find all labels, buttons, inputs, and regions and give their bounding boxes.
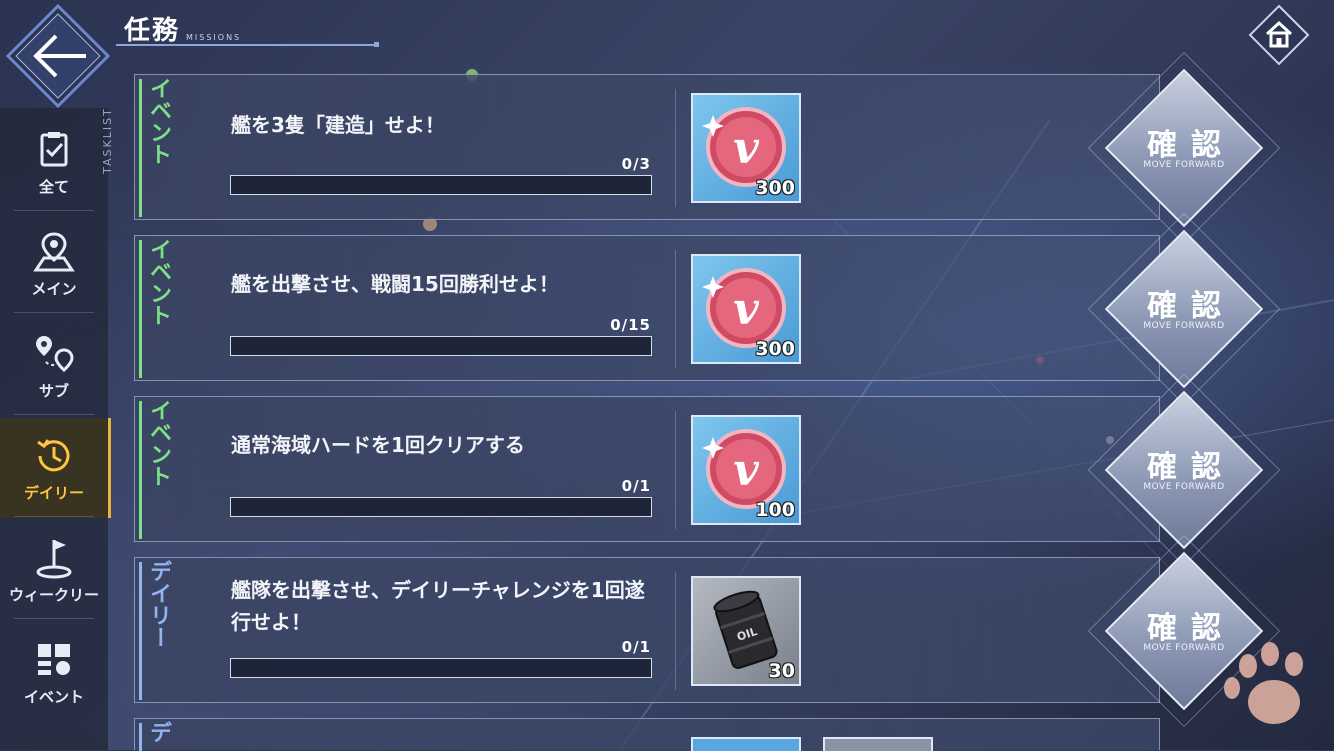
sidebar-item-label: メイン: [31, 279, 77, 298]
mission-card: イベント 艦を出撃させ、戦闘15回勝利せよ！ 0/15 v 300: [134, 235, 1160, 381]
mission-title: 艦を出撃させ、戦闘15回勝利せよ！: [231, 272, 559, 296]
clock-history-icon: [37, 438, 70, 471]
category-bar: [139, 723, 142, 751]
category-label: イベント: [146, 238, 171, 326]
sidebar-divider: [14, 516, 94, 517]
header-underline: [116, 44, 378, 46]
progress-bar: [230, 336, 652, 356]
sidebar-item-daily[interactable]: デイリー: [0, 418, 111, 518]
svg-text:v: v: [733, 445, 759, 496]
progress-count: 0/15: [610, 316, 651, 334]
sidebar-divider: [14, 414, 94, 415]
sidebar-item-sub[interactable]: サブ: [0, 316, 108, 416]
category-label: イベント: [146, 399, 171, 487]
confirm-label: 確認: [1147, 289, 1235, 324]
page-subtitle: MISSIONS: [186, 33, 242, 42]
reward-quantity: 100: [755, 499, 795, 521]
page-title: 任務: [124, 16, 181, 46]
reward-item[interactable]: v 300: [691, 254, 801, 364]
confirm-button[interactable]: 確認 MOVE FORWARD: [1087, 212, 1281, 406]
category-bar: [139, 562, 142, 700]
paw-icon[interactable]: [1218, 636, 1318, 736]
mission-card-partial: デ: [134, 718, 1160, 751]
home-button[interactable]: [1248, 4, 1310, 66]
mission-card: デイリー 艦隊を出撃させ、デイリーチャレンジを1回遂行せよ！ 0/1 OIL 3…: [134, 557, 1160, 703]
clipboard-check-icon: [40, 131, 68, 166]
mission-card: イベント 通常海域ハードを1回クリアする 0/1 v 100: [134, 396, 1160, 542]
sidebar-item-label: サブ: [38, 381, 69, 400]
confirm-label: 確認: [1147, 450, 1235, 485]
sidebar-item-label: ウィークリー: [8, 585, 99, 604]
confirm-sublabel: MOVE FORWARD: [1143, 482, 1225, 492]
card-divider: [675, 89, 676, 207]
route-pins-icon: [36, 335, 74, 372]
map-pin-icon: [33, 231, 75, 271]
sidebar-item-main[interactable]: メイン: [0, 214, 108, 314]
confirm-button[interactable]: 確認 MOVE FORWARD: [1087, 373, 1281, 567]
reward-item[interactable]: [691, 737, 801, 751]
sidebar-divider: [14, 312, 94, 313]
confirm-button[interactable]: 確認 MOVE FORWARD: [1087, 51, 1281, 245]
tasklist-label: TASKLIST: [100, 107, 114, 174]
progress-bar: [230, 175, 652, 195]
card-divider: [675, 411, 676, 529]
sidebar-item-weekly[interactable]: ウィークリー: [0, 520, 108, 620]
sidebar-item-label: イベント: [23, 687, 84, 706]
mission-card: イベント 艦を3隻「建造」せよ！ 0/3 v 300: [134, 74, 1160, 220]
back-button[interactable]: [6, 4, 110, 108]
progress-count: 0/1: [621, 638, 651, 656]
grid-list-icon: [38, 643, 70, 675]
reward-quantity: 300: [755, 177, 795, 199]
sidebar-item-label: 全て: [38, 177, 69, 196]
confirm-label: 確認: [1147, 128, 1235, 163]
reward-item[interactable]: OIL 30: [691, 576, 801, 686]
category-bar: [139, 401, 142, 539]
header-underline-dot: [374, 42, 379, 47]
category-label: デイリー: [146, 560, 171, 648]
mission-title: 艦を3隻「建造」せよ！: [231, 113, 445, 137]
mission-title: 艦隊を出撃させ、デイリーチャレンジを1回遂行せよ！: [231, 578, 645, 634]
category-bar: [139, 240, 142, 378]
confirm-sublabel: MOVE FORWARD: [1143, 160, 1225, 170]
sidebar-item-label: デイリー: [23, 483, 84, 502]
progress-bar: [230, 497, 652, 517]
reward-quantity: 30: [768, 660, 795, 682]
category-label: イベント: [146, 77, 171, 165]
mission-title: 通常海域ハードを1回クリアする: [231, 433, 525, 457]
reward-quantity: 300: [755, 338, 795, 360]
sidebar-divider: [14, 618, 94, 619]
reward-item[interactable]: v 300: [691, 93, 801, 203]
progress-count: 0/3: [621, 155, 651, 173]
sidebar: 全て メイン サブ デイリー ウィークリー イベント: [0, 108, 111, 750]
confirm-sublabel: MOVE FORWARD: [1143, 321, 1225, 331]
progress-bar: [230, 658, 652, 678]
progress-count: 0/1: [621, 477, 651, 495]
card-divider: [675, 250, 676, 368]
reward-item[interactable]: v 100: [691, 415, 801, 525]
svg-text:v: v: [733, 123, 759, 174]
category-bar: [139, 79, 142, 217]
card-divider: [675, 572, 676, 690]
category-label: デ: [146, 721, 171, 743]
svg-text:v: v: [733, 284, 759, 335]
sidebar-divider: [14, 210, 94, 211]
sidebar-item-event[interactable]: イベント: [0, 622, 108, 722]
reward-item[interactable]: [823, 737, 933, 751]
flag-icon: [36, 539, 72, 578]
sidebar-item-all[interactable]: 全て: [0, 112, 108, 212]
